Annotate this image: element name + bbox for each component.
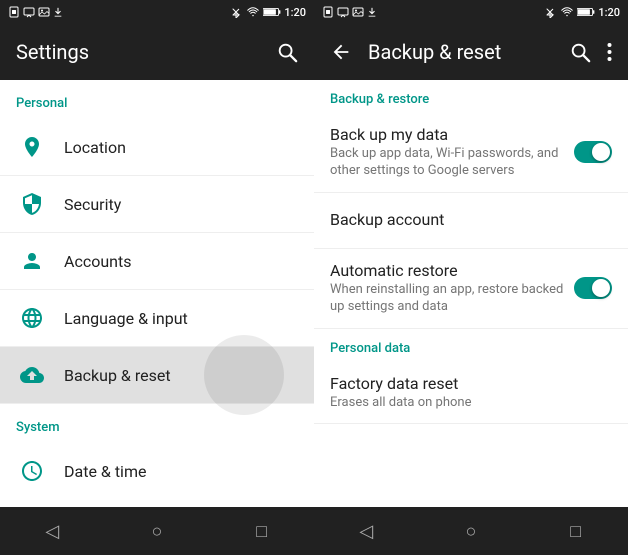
factory-reset-subtitle: Erases all data on phone — [330, 395, 612, 412]
photo-icon — [38, 6, 50, 18]
settings-item-accounts[interactable]: Accounts — [0, 233, 314, 290]
right-app-bar-left: Backup & reset — [330, 40, 501, 64]
location-label: Location — [64, 138, 126, 157]
settings-list: Personal Location Security Accounts — [0, 80, 314, 507]
bluetooth-icon — [229, 6, 243, 18]
datetime-icon — [16, 455, 48, 487]
download-icon-r — [367, 6, 377, 18]
right-nav-bar: ◁ ○ □ — [314, 507, 628, 555]
personal-data-label: Personal data — [314, 329, 628, 362]
factory-reset-text: Factory data reset Erases all data on ph… — [330, 374, 612, 412]
sim-icon-r — [322, 6, 334, 18]
back-nav-button[interactable]: ◁ — [28, 507, 76, 555]
home-nav-button[interactable]: ○ — [133, 507, 181, 555]
battery-icon-r — [577, 6, 595, 18]
msg-icon — [23, 6, 35, 18]
right-content: Backup & restore Back up my data Back up… — [314, 80, 628, 507]
status-right-r: 1:20 — [543, 6, 620, 19]
more-options-button[interactable] — [607, 41, 612, 63]
bluetooth-icon-r — [543, 6, 557, 18]
status-icons-left — [8, 6, 63, 18]
right-app-bar: Backup & reset — [314, 24, 628, 80]
wifi-icon — [246, 6, 260, 18]
auto-restore-text: Automatic restore When reinstalling an a… — [330, 261, 566, 316]
language-label: Language & input — [64, 309, 188, 328]
backup-account-item[interactable]: Backup account — [314, 193, 628, 249]
search-button[interactable] — [276, 41, 298, 63]
right-panel: 1:20 Backup & reset Backup & restore Bac… — [314, 0, 628, 555]
backup-account-title: Backup account — [330, 210, 612, 229]
right-back-nav-icon: ◁ — [359, 521, 373, 542]
auto-restore-subtitle: When reinstalling an app, restore backed… — [330, 282, 566, 316]
right-home-nav-icon: ○ — [466, 521, 477, 542]
auto-restore-title: Automatic restore — [330, 261, 566, 280]
settings-item-datetime[interactable]: Date & time — [0, 443, 314, 499]
security-icon — [16, 188, 48, 220]
settings-item-language[interactable]: Language & input — [0, 290, 314, 347]
right-app-bar-icons — [569, 41, 612, 63]
time-display: 1:20 — [284, 6, 306, 19]
recents-nav-button[interactable]: □ — [238, 507, 286, 555]
status-bar-left: 1:20 — [0, 0, 314, 24]
factory-reset-item[interactable]: Factory data reset Erases all data on ph… — [314, 362, 628, 425]
status-right: 1:20 — [229, 6, 306, 19]
more-options-icon — [607, 41, 612, 63]
left-nav-bar: ◁ ○ □ — [0, 507, 314, 555]
settings-item-location[interactable]: Location — [0, 119, 314, 176]
location-icon — [16, 131, 48, 163]
auto-restore-item[interactable]: Automatic restore When reinstalling an a… — [314, 249, 628, 329]
recents-nav-icon: □ — [256, 521, 267, 542]
back-button[interactable] — [330, 41, 352, 63]
factory-reset-title: Factory data reset — [330, 374, 612, 393]
left-app-bar-icons — [276, 41, 298, 63]
backup-icon — [16, 359, 48, 391]
right-back-nav-button[interactable]: ◁ — [342, 507, 390, 555]
right-search-icon — [569, 41, 591, 63]
left-app-title: Settings — [16, 40, 89, 64]
photo-icon-r — [352, 6, 364, 18]
auto-restore-toggle[interactable] — [574, 277, 612, 299]
accounts-label: Accounts — [64, 252, 131, 271]
wifi-icon-r — [560, 6, 574, 18]
right-app-title: Backup & reset — [368, 40, 501, 64]
ripple — [204, 335, 284, 415]
backup-data-title: Back up my data — [330, 125, 566, 144]
left-app-bar: Settings — [0, 24, 314, 80]
section-personal-label: Personal — [0, 80, 314, 119]
download-icon — [53, 6, 63, 18]
status-icons-right-left — [322, 6, 377, 18]
datetime-label: Date & time — [64, 462, 146, 481]
backup-data-text: Back up my data Back up app data, Wi-Fi … — [330, 125, 566, 180]
back-nav-icon: ◁ — [45, 521, 59, 542]
sim-icon — [8, 6, 20, 18]
home-nav-icon: ○ — [152, 521, 163, 542]
back-arrow-icon — [330, 41, 352, 63]
time-display-right: 1:20 — [598, 6, 620, 19]
backup-data-subtitle: Back up app data, Wi-Fi passwords, and o… — [330, 146, 566, 180]
status-bar-right: 1:20 — [314, 0, 628, 24]
right-recents-nav-icon: □ — [570, 521, 581, 542]
settings-item-security[interactable]: Security — [0, 176, 314, 233]
backup-data-item[interactable]: Back up my data Back up app data, Wi-Fi … — [314, 113, 628, 193]
msg-icon-r — [337, 6, 349, 18]
search-icon — [276, 41, 298, 63]
backup-account-text: Backup account — [330, 210, 612, 231]
right-search-button[interactable] — [569, 41, 591, 63]
section-system-label: System — [0, 404, 314, 443]
security-label: Security — [64, 195, 121, 214]
accounts-icon — [16, 245, 48, 277]
right-recents-nav-button[interactable]: □ — [552, 507, 600, 555]
backup-label: Backup & reset — [64, 366, 171, 385]
backup-data-toggle[interactable] — [574, 141, 612, 163]
left-panel: 1:20 Settings Personal Location Security — [0, 0, 314, 555]
backup-restore-label: Backup & restore — [314, 80, 628, 113]
battery-icon — [263, 6, 281, 18]
language-icon — [16, 302, 48, 334]
settings-item-backup[interactable]: Backup & reset — [0, 347, 314, 404]
right-home-nav-button[interactable]: ○ — [447, 507, 495, 555]
